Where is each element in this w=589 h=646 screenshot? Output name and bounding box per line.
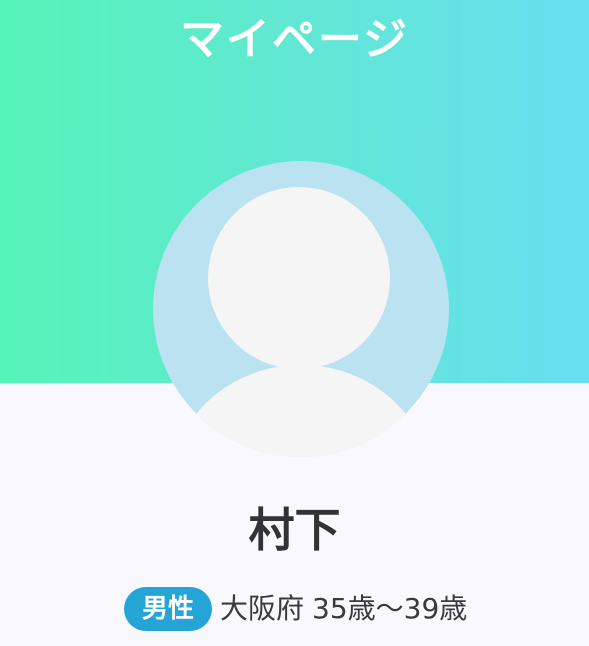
avatar-head-shape [208,187,390,369]
prefecture-label: 大阪府 [220,592,305,625]
profile-info-row: 男性 大阪府 35歳〜39歳 [124,586,467,632]
avatar-body-shape [171,365,431,457]
page-title: マイページ [179,14,410,65]
avatar-icon[interactable] [153,161,449,457]
age-range-label: 35歳〜39歳 [312,592,468,625]
user-name: 村下 [248,503,341,557]
gender-badge: 男性 [124,587,213,631]
